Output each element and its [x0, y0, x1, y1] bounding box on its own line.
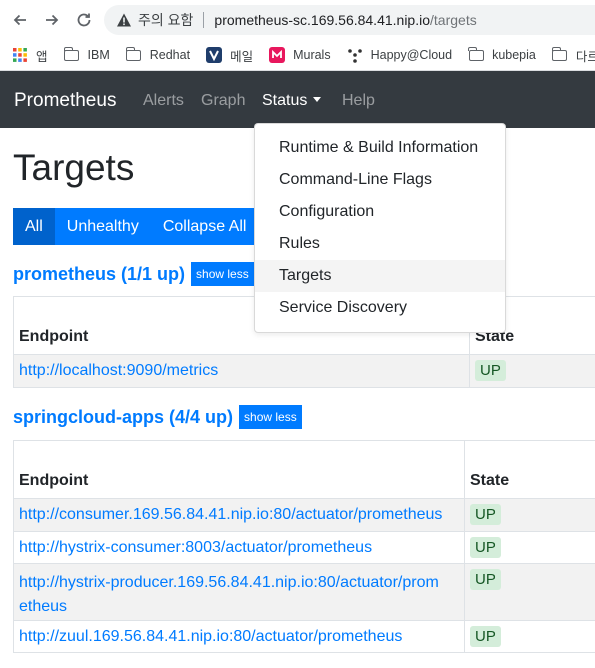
folder-icon: [468, 46, 484, 62]
bookmark-mail[interactable]: 메일: [206, 46, 253, 65]
bookmark-apps[interactable]: 앱: [12, 46, 48, 65]
table-row: http://zuul.169.56.84.41.nip.io:80/actua…: [13, 620, 595, 653]
menu-item-command-line-flags[interactable]: Command-Line Flags: [255, 164, 505, 196]
nav-status-label: Status: [262, 92, 308, 109]
nav-help[interactable]: Help: [342, 92, 375, 110]
show-less-button[interactable]: show less: [239, 405, 302, 429]
endpoint-link[interactable]: http://consumer.169.56.84.41.nip.io:80/a…: [13, 498, 465, 532]
apps-grid-icon: [12, 48, 28, 62]
state-cell: UP: [464, 620, 595, 653]
filter-button-group: All Unhealthy Collapse All: [13, 208, 259, 245]
bookmark-label: IBM: [87, 48, 110, 62]
bookmark-label: 메일: [230, 49, 254, 64]
nav-status[interactable]: Status: [262, 92, 322, 110]
folder-icon: [63, 46, 80, 62]
filter-unhealthy-button[interactable]: Unhealthy: [54, 208, 151, 245]
state-header: State: [464, 440, 595, 499]
status-dropdown-menu: Runtime & Build Information Command-Line…: [254, 123, 506, 333]
bookmark-label: 앱: [36, 49, 48, 64]
endpoint-header: Endpoint: [13, 440, 465, 499]
collapse-all-button[interactable]: Collapse All: [150, 208, 259, 245]
endpoint-link[interactable]: http://hystrix-producer.169.56.84.41.nip…: [13, 563, 465, 621]
targets-table: Endpoint State http://consumer.169.56.84…: [13, 440, 595, 653]
menu-item-targets[interactable]: Targets: [255, 260, 505, 292]
table-header-row: Endpoint State: [13, 440, 595, 499]
bookmark-other[interactable]: 다르: [551, 46, 595, 65]
table-row: http://hystrix-consumer:8003/actuator/pr…: [13, 531, 595, 564]
bookmarks-bar: 앱 IBM Redhat 메일 Murals Happy@Cloud kubep…: [0, 40, 595, 71]
bookmark-happy-cloud[interactable]: Happy@Cloud: [347, 48, 453, 63]
state-cell: UP: [469, 354, 595, 388]
state-cell: UP: [464, 498, 595, 532]
status-badge: UP: [470, 569, 501, 590]
endpoint-link[interactable]: http://zuul.169.56.84.41.nip.io:80/actua…: [13, 620, 465, 653]
browser-toolbar: 주의 요함 prometheus-sc.169.56.84.41.nip.io /…: [0, 0, 595, 40]
bookmark-redhat[interactable]: Redhat: [125, 46, 191, 62]
pool-header: springcloud-apps (4/4 up) show less: [13, 405, 302, 429]
prometheus-navbar: Prometheus Alerts Graph Status Help: [0, 71, 595, 128]
folder-icon: [125, 46, 142, 62]
forward-arrow-icon[interactable]: [40, 8, 64, 32]
nav-alerts[interactable]: Alerts: [143, 92, 184, 110]
reload-icon[interactable]: [72, 8, 96, 32]
bookmark-label: Murals: [293, 48, 331, 62]
table-row: http://hystrix-producer.169.56.84.41.nip…: [13, 563, 595, 621]
folder-icon: [551, 46, 568, 62]
pool-title-link[interactable]: prometheus (1/1 up): [13, 264, 185, 285]
bookmark-label: Redhat: [149, 48, 191, 62]
omnibox-separator: [203, 12, 205, 28]
show-less-button[interactable]: show less: [191, 262, 254, 286]
security-warning-text: 주의 요함: [138, 12, 194, 28]
endpoint-line: http://hystrix-producer.169.56.84.41.nip…: [19, 574, 439, 591]
bookmark-ibm[interactable]: IBM: [63, 46, 110, 62]
endpoint-link[interactable]: http://localhost:9090/metrics: [13, 354, 470, 388]
warning-icon[interactable]: [116, 12, 132, 28]
brand-link[interactable]: Prometheus: [14, 90, 116, 112]
state-cell: UP: [464, 531, 595, 564]
table-row: http://localhost:9090/metrics UP: [13, 354, 595, 388]
table-row: http://consumer.169.56.84.41.nip.io:80/a…: [13, 498, 595, 532]
caret-down-icon: [313, 96, 322, 102]
status-badge: UP: [470, 537, 501, 558]
mail-v-icon: [206, 47, 223, 63]
bookmark-label: 다르: [575, 49, 595, 64]
bookmark-murals[interactable]: Murals: [269, 47, 331, 63]
address-bar[interactable]: 주의 요함 prometheus-sc.169.56.84.41.nip.io /…: [104, 5, 595, 35]
state-cell: UP: [464, 563, 595, 621]
status-badge: UP: [470, 504, 501, 525]
menu-item-service-discovery[interactable]: Service Discovery: [255, 292, 505, 324]
endpoint-line: etheus: [19, 598, 68, 615]
back-arrow-icon[interactable]: [8, 8, 32, 32]
mural-icon: [269, 47, 286, 63]
bookmark-kubepia[interactable]: kubepia: [468, 46, 536, 62]
menu-item-configuration[interactable]: Configuration: [255, 196, 505, 228]
menu-item-runtime-build-info[interactable]: Runtime & Build Information: [255, 132, 505, 164]
menu-item-rules[interactable]: Rules: [255, 228, 505, 260]
pool-header: prometheus (1/1 up) show less: [13, 262, 254, 286]
endpoint-link[interactable]: http://hystrix-consumer:8003/actuator/pr…: [13, 531, 465, 564]
dots-icon: [347, 48, 363, 63]
pool-title-link[interactable]: springcloud-apps (4/4 up): [13, 407, 233, 428]
url-host: prometheus-sc.169.56.84.41.nip.io: [214, 12, 431, 28]
filter-all-button[interactable]: All: [13, 208, 55, 245]
status-badge: UP: [470, 626, 501, 647]
nav-graph[interactable]: Graph: [201, 92, 245, 110]
bookmark-label: kubepia: [492, 48, 536, 62]
status-badge: UP: [475, 360, 506, 381]
page-title: Targets: [13, 147, 135, 188]
url-path: /targets: [430, 12, 477, 28]
bookmark-label: Happy@Cloud: [370, 48, 453, 62]
